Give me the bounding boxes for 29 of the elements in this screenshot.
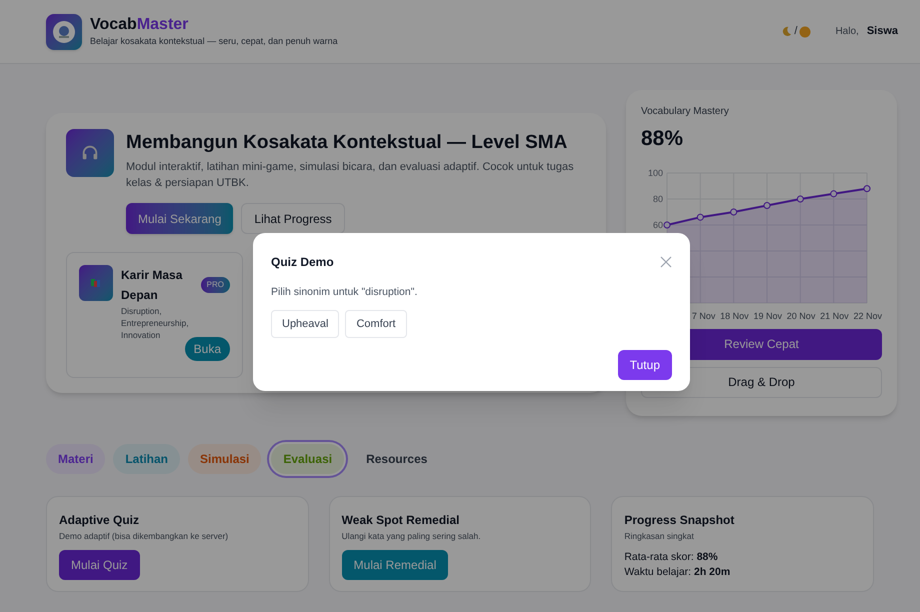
card-subtitle: Demo adaptif (bisa dikembangkan ke server) [59,530,230,543]
card-title: Progress Snapshot [624,512,736,529]
y-tick-label: 60 [652,220,663,230]
card-subtitle: Ringkasan singkat [624,530,695,543]
module-title: Karir Masa Depan [121,267,184,304]
hero-title: Membangun Kosakata Kontekstual — Level SMA [126,131,568,155]
x-tick-label: 22 Nov [853,310,882,320]
tagline: Belajar kosakata kontekstual — seru, cepat, dan penuh warna [90,34,338,48]
stat-line: Rata-rata skor: 88% [624,550,719,565]
y-tick-label: 100 [648,168,663,178]
brand-name: VocabMaster [90,14,190,35]
greeting-label: Halo, [835,25,859,39]
card-title: Adaptive Quiz [59,512,140,529]
user-name: Siswa [866,24,898,40]
card-subtitle: Ulangi kata yang paling sering salah. [342,530,482,543]
pro-badge: PRO [200,277,230,293]
hero-description: Modul interaktif, latihan mini-game, simulasi bicara, dan evaluasi adaptif. Cocok untuk tugas kelas & persiapan UTBK. [126,160,575,191]
x-tick-label: 18 Nov [720,310,749,320]
dialog-title: Quiz Demo [271,254,334,271]
dialog-question: Pilih sinonim untuk "disruption". [271,285,418,300]
x-tick-label: 19 Nov [753,310,782,320]
x-tick-label: 20 Nov [786,310,816,320]
mastery-label: Vocabulary Mastery [641,105,730,119]
stat-line: Waktu belajar: 2h 20m [624,564,732,580]
mastery-value: 88% [641,126,684,152]
card-title: Weak Spot Remedial [342,512,460,529]
y-tick-label: 80 [652,194,663,204]
x-tick-label: 21 Nov [820,310,849,320]
x-tick-label: 7 Nov [692,310,716,320]
